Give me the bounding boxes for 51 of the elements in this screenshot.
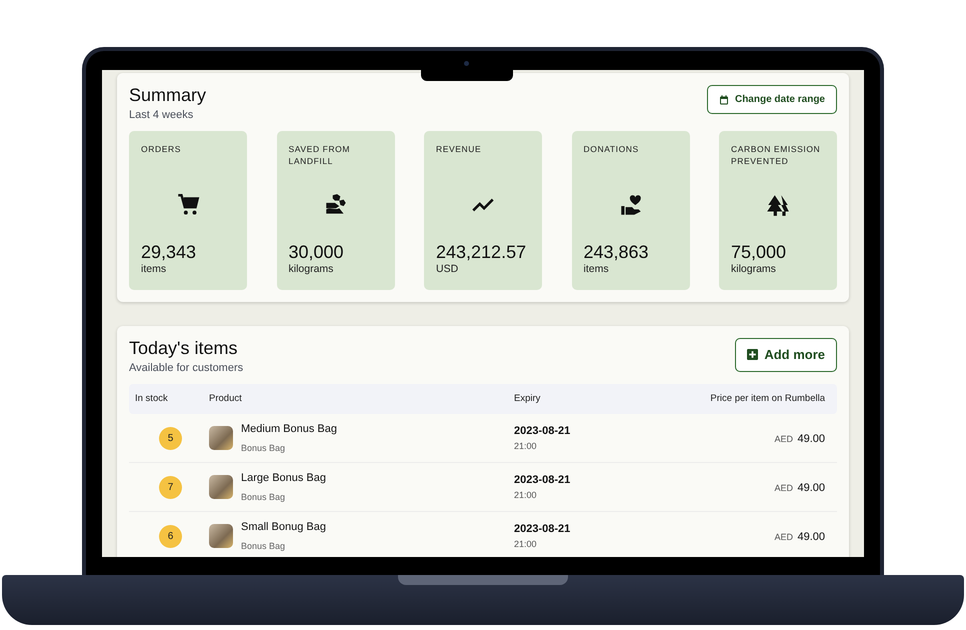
currency-label: AED — [774, 483, 794, 494]
product-name: Medium Bonus Bag — [241, 422, 337, 438]
price-value: 49.00 — [797, 531, 825, 544]
stat-value: 243,212.57 — [436, 242, 528, 262]
stat-value: 243,863 — [584, 242, 650, 262]
stat-label: SAVED FROM LANDFILL — [288, 144, 352, 168]
stat-unit: USD — [436, 262, 460, 278]
column-header: In stock — [135, 393, 168, 404]
product-photo-placeholder — [209, 426, 233, 450]
column-header: Price per item on Rumbella — [710, 393, 825, 404]
add-more-button[interactable]: Add more — [735, 338, 837, 372]
expiry-time: 21:00 — [514, 538, 538, 551]
product-category: Bonus Bag — [241, 442, 286, 455]
stat-label: CARBON EMISSION PREVENTED — [731, 144, 822, 168]
stat-unit: kilograms — [731, 262, 777, 278]
stat-label: REVENUE — [436, 144, 482, 156]
section-title: Summary — [129, 85, 206, 107]
change-date-range-button[interactable]: Change date range — [706, 85, 837, 114]
stock-count-badge: 7 — [159, 476, 182, 499]
stat-label: DONATIONS — [584, 144, 640, 156]
calendar-icon — [718, 94, 729, 104]
stat-unit: items — [141, 262, 168, 278]
currency-label: AED — [774, 532, 794, 542]
plus-square-icon — [747, 349, 758, 360]
stat-value: 75,000 — [731, 242, 788, 262]
expiry-date: 2023-08-21 — [514, 522, 572, 538]
currency-label: AED — [774, 434, 794, 444]
product-name: Large Bonus Bag — [241, 471, 326, 486]
product-category: Bonus Bag — [241, 490, 286, 504]
price-value: 49.00 — [797, 482, 825, 494]
expiry-time: 21:00 — [514, 488, 538, 502]
column-header: Expiry — [514, 393, 540, 404]
expiry-date: 2023-08-21 — [514, 473, 572, 488]
price-value: 49.00 — [797, 433, 825, 446]
stat-unit: items — [584, 262, 610, 278]
expiry-time: 21:00 — [514, 440, 538, 453]
product-photo-placeholder — [209, 475, 233, 500]
stock-count-badge: 5 — [159, 426, 182, 450]
stock-count-badge: 6 — [159, 524, 182, 548]
section-title: Today's items — [129, 338, 238, 360]
section-subtitle: Last 4 weeks — [129, 108, 194, 123]
column-header: Product — [209, 393, 242, 404]
expiry-date: 2023-08-21 — [514, 424, 572, 440]
product-name: Small Bonug Bag — [241, 520, 326, 536]
product-photo-placeholder — [209, 524, 233, 548]
stat-label: ORDERS — [141, 144, 182, 156]
product-category: Bonus Bag — [241, 540, 286, 553]
stat-value: 30,000 — [288, 242, 345, 262]
section-subtitle: Available for customers — [129, 360, 244, 376]
stat-value: 29,343 — [141, 242, 198, 262]
stat-unit: kilograms — [288, 262, 334, 278]
